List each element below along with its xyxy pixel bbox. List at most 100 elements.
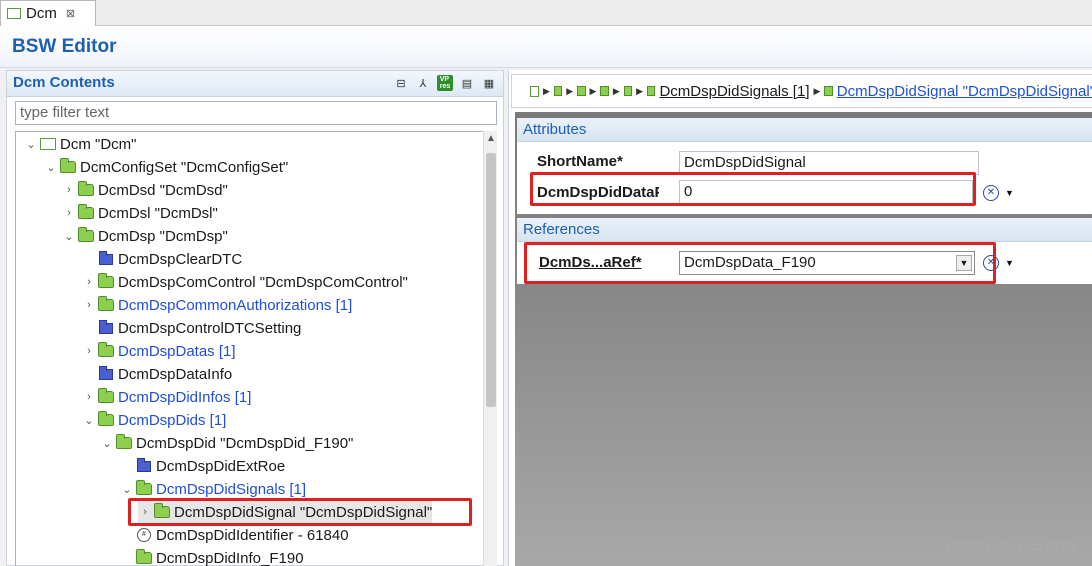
chevron-down-icon[interactable]: ⌄ <box>62 230 76 243</box>
blue-folder-icon <box>99 365 113 380</box>
tree-node-label: DcmDspDidExtRoe <box>156 457 286 475</box>
chevron-right-icon: ▶ <box>636 85 644 96</box>
references-section: References DcmDs...aRef* DcmDspData_F190… <box>517 218 1092 284</box>
clear-icon[interactable]: ✕ <box>983 255 999 271</box>
tree-node-label: DcmDspComControl "DcmDspComControl" <box>118 273 408 291</box>
chevron-right-icon[interactable]: › <box>82 276 96 288</box>
hierarchy-icon[interactable]: ⅄ <box>415 75 431 91</box>
tree-node[interactable]: › DcmDspDidSignal "DcmDspDidSignal" <box>138 501 433 523</box>
tree-node-label: DcmDspDids [1] <box>118 411 227 429</box>
chevron-right-icon[interactable]: › <box>82 299 96 311</box>
tree-node[interactable]: › DcmDsd "DcmDsd" <box>62 179 228 201</box>
editor-title: BSW Editor <box>12 36 117 57</box>
chevron-down-icon[interactable]: ▼ <box>956 255 972 271</box>
tree-node[interactable]: DcmDspClearDTC <box>82 248 242 270</box>
folder-icon <box>98 342 114 357</box>
tree-node[interactable]: › DcmDspCommonAuthorizations [1] <box>82 294 352 316</box>
editor-tab-bar: Dcm ⊠ <box>0 0 1092 26</box>
folder-icon <box>98 388 114 403</box>
chevron-right-icon: ▶ <box>612 85 620 96</box>
attributes-section: Attributes ShortName* DcmDspDidSignal Dc… <box>517 118 1092 214</box>
shortname-field[interactable]: DcmDspDidSignal <box>679 151 979 175</box>
dropdown-arrow-icon[interactable]: ▼ <box>1005 188 1014 198</box>
contents-title: Dcm Contents <box>13 74 115 91</box>
tree-node-label: DcmDsl "DcmDsl" <box>98 204 218 222</box>
tree-node-label: DcmDspDidInfo_F190 <box>156 549 304 566</box>
chevron-right-icon[interactable]: › <box>138 506 152 518</box>
grid-icon[interactable]: ▦ <box>481 75 497 91</box>
tree-node-label: DcmDsp "DcmDsp" <box>98 227 228 245</box>
references-header: References <box>517 218 1092 242</box>
chevron-right-icon[interactable]: › <box>82 345 96 357</box>
watermark: CSDN @十六宿舍 <box>945 540 1076 557</box>
contents-toolbar: ⊟ ⅄ VP res ▤ ▦ <box>393 75 497 91</box>
tree-node[interactable]: ⌄ DcmDsp "DcmDsp" <box>62 225 228 247</box>
dropdown-arrow-icon[interactable]: ▼ <box>1005 258 1014 268</box>
reference-icon <box>136 549 152 564</box>
breadcrumb-signal[interactable]: DcmDspDidSignal "DcmDspDidSignal" <box>837 83 1092 100</box>
data-ref-select[interactable]: DcmDspData_F190 ▼ <box>679 251 975 275</box>
chevron-right-icon: ▶ <box>566 85 574 96</box>
blue-folder-icon <box>99 319 113 334</box>
tree-node-label: DcmDspDatas [1] <box>118 342 236 360</box>
tree-node-label: DcmDspDidSignal "DcmDspDidSignal" <box>174 503 433 521</box>
tree-node[interactable]: › DcmDspDidInfos [1] <box>82 386 251 408</box>
tab-label: Dcm <box>26 5 57 22</box>
folder-icon <box>78 181 94 196</box>
chevron-right-icon: ▶ <box>813 85 821 96</box>
clear-icon[interactable]: ✕ <box>983 185 999 201</box>
chevron-down-icon[interactable]: ⌄ <box>120 483 134 496</box>
chevron-down-icon[interactable]: ⌄ <box>44 161 58 174</box>
data-ref-label[interactable]: DcmDs...aRef* <box>539 254 642 271</box>
tree-node[interactable]: DcmDspDidExtRoe <box>120 455 285 477</box>
tree-node[interactable]: ⌄ Dcm "Dcm" <box>24 133 136 155</box>
tree-node[interactable]: ⌄ DcmDspDid "DcmDspDid_F190" <box>100 432 353 454</box>
data-ref-value: DcmDspData_F190 <box>684 254 816 271</box>
collapse-all-icon[interactable]: ⊟ <box>393 75 409 91</box>
folder-icon <box>116 434 132 449</box>
shortname-label: ShortName* <box>537 153 623 170</box>
tree-node[interactable]: › DcmDsl "DcmDsl" <box>62 202 218 224</box>
chevron-down-icon[interactable]: ⌄ <box>82 414 96 427</box>
folder-icon <box>600 86 609 96</box>
folder-icon <box>577 86 586 96</box>
tree-node[interactable]: ⌄ DcmDspDidSignals [1] <box>120 478 306 500</box>
folder-icon <box>60 158 76 173</box>
tree-node[interactable]: DcmDspControlDTCSetting <box>82 317 301 339</box>
tree-node[interactable]: DcmDspDataInfo <box>82 363 232 385</box>
tree-node[interactable]: › DcmDspDatas [1] <box>82 340 236 362</box>
folder-icon <box>623 86 633 96</box>
blue-folder-icon <box>137 457 151 472</box>
chevron-right-icon[interactable]: › <box>62 184 76 196</box>
chevron-right-icon[interactable]: › <box>62 207 76 219</box>
tab-dcm[interactable]: Dcm ⊠ <box>0 0 96 26</box>
detail-panel: ▶ ▶ ▶ ▶ ▶ DcmDspDidSignals [1] ▶ DcmDspD… <box>508 70 1092 566</box>
contents-panel: Dcm Contents ⊟ ⅄ VP res ▤ ▦ type filter t… <box>6 70 504 566</box>
tree-node[interactable]: ⌄ DcmDspDids [1] <box>82 409 226 431</box>
chevron-down-icon[interactable]: ⌄ <box>24 138 38 151</box>
filter-input[interactable]: type filter text <box>15 101 497 125</box>
didpos-field[interactable]: 0 <box>679 180 973 204</box>
scroll-thumb[interactable] <box>486 153 496 407</box>
close-icon[interactable]: ⊠ <box>66 7 75 20</box>
scroll-up-icon[interactable]: ▲ <box>486 133 496 144</box>
chevron-down-icon[interactable]: ⌄ <box>100 437 114 450</box>
tree-scrollbar[interactable]: ▲ <box>483 131 497 566</box>
vp-res-icon[interactable]: VP res <box>437 75 453 91</box>
tree-node[interactable]: ⌄ DcmConfigSet "DcmConfigSet" <box>44 156 288 178</box>
folder-icon <box>98 411 114 426</box>
didpos-label: DcmDspDidDataPos* <box>537 184 659 201</box>
tree-node[interactable]: › DcmDspComControl "DcmDspComControl" <box>82 271 408 293</box>
folder-icon <box>98 273 114 288</box>
tree-node-label: DcmDspControlDTCSetting <box>118 319 302 337</box>
tree-node-label: DcmDspDidSignals [1] <box>156 480 307 498</box>
contents-tree: ⌄ Dcm "Dcm" ⌄ DcmConfigSet "DcmConfigSet" › D… <box>15 131 497 566</box>
chevron-right-icon[interactable]: › <box>82 391 96 403</box>
tree-node-label: Dcm "Dcm" <box>60 135 137 153</box>
tree-node[interactable]: DcmDspDidInfo_F190 <box>120 547 304 566</box>
document-icon[interactable]: ▤ <box>459 75 475 91</box>
breadcrumb-signals[interactable]: DcmDspDidSignals [1] <box>659 83 809 100</box>
tree-node[interactable]: # DcmDspDidIdentifier - 61840 <box>120 524 349 546</box>
tree-node-label: DcmDsd "DcmDsd" <box>98 181 228 199</box>
folder-icon <box>154 503 170 518</box>
